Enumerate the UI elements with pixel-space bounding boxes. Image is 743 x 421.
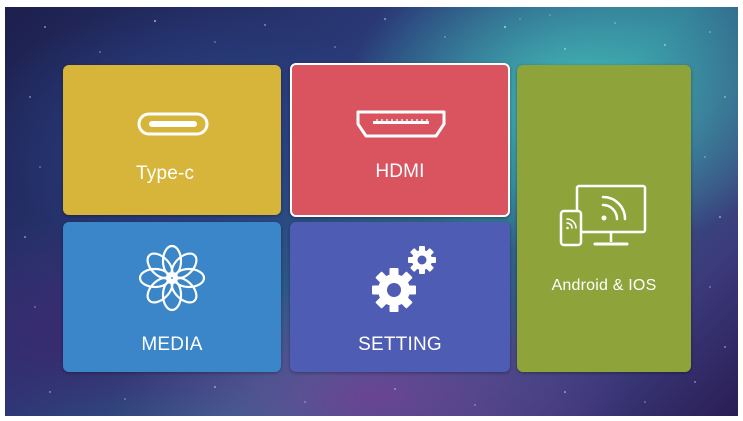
tile-media[interactable]: MEDIA [63,222,281,372]
tile-label: Type-c [136,163,195,184]
tile-label: SETTING [358,334,442,355]
tile-setting[interactable]: SETTING [290,222,510,372]
tile-label: MEDIA [141,334,203,355]
tile-hdmi[interactable]: HDMI [290,63,510,217]
tile-type-c[interactable]: Type-c [63,65,281,215]
flower-icon [138,244,206,312]
usb-c-port-icon [137,112,209,136]
tile-android-ios[interactable]: Android & IOS [517,65,691,372]
tile-label: Android & IOS [551,277,657,294]
launcher-screen: Type-c HDMI MEDIA SETTING Android & IOS [5,7,738,416]
hdmi-port-icon [356,110,446,138]
tile-label: HDMI [375,161,425,182]
screen-cast-icon [559,184,647,247]
gears-icon [372,246,436,312]
